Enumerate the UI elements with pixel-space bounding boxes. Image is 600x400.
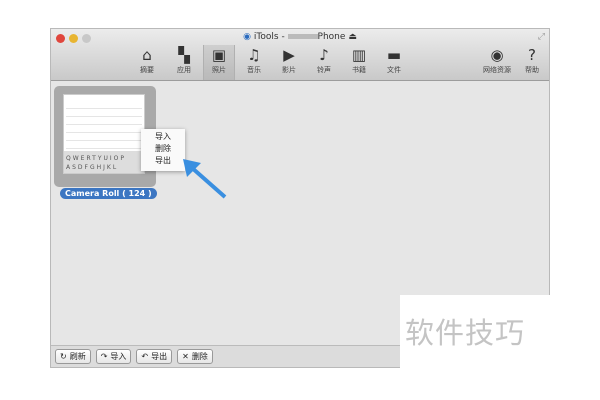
book-icon: ▥ [351,46,367,64]
toolbar-folder[interactable]: ▬ 文件 [378,45,410,80]
fullscreen-icon[interactable]: ⤢ [538,32,545,42]
export-button[interactable]: ↶ 导出 [136,349,173,364]
menu-item-import[interactable]: 导入 [155,131,185,143]
context-menu: 导入 删除 导出 [141,129,185,171]
export-icon: ↶ [141,352,149,361]
import-button[interactable]: ↷ 导入 [95,349,132,364]
music-icon: ♫ [247,46,261,64]
eject-icon[interactable]: ⏏ [348,32,357,42]
help-icon: ? [528,46,536,64]
import-icon: ↷ [100,352,108,361]
menu-item-delete[interactable]: 删除 [155,143,185,155]
window-title: ◉ iTools - Phone ⏏ [243,32,357,42]
refresh-button[interactable]: ↻ 刷新 [55,349,91,364]
album-thumbnail: QWERTYUIOP ASDFGHJKL [63,94,145,174]
keyboard-row: ASDFGHJKL [66,164,119,171]
toolbar-label: 铃声 [317,66,331,74]
home-icon: ⌂ [142,46,152,64]
toolbar-help[interactable]: ? 帮助 [516,45,548,80]
title-device: Phone [317,32,346,42]
toolbar-globe[interactable]: ◉ 网络资源 [481,45,513,80]
toolbar-play[interactable]: ▶ 影片 [273,45,305,80]
toolbar-label: 照片 [212,66,226,74]
delete-icon: ✕ [182,352,189,361]
toolbar-home[interactable]: ⌂ 摘要 [131,45,163,80]
keyboard-row: QWERTYUIOP [66,155,127,162]
button-label: 刷新 [69,352,86,361]
folder-icon: ▬ [386,46,402,64]
delete-button[interactable]: ✕ 删除 [177,349,213,364]
button-label: 删除 [191,352,208,361]
toolbar-music[interactable]: ♫ 音乐 [238,45,270,80]
toolbar-photo[interactable]: ▣ 照片 [203,45,235,80]
toolbar-label: 帮助 [525,66,539,74]
pointer-arrow-icon [183,159,227,199]
button-label: 导出 [151,352,168,361]
toolbar-book[interactable]: ▥ 书籍 [343,45,375,80]
title-prefix: iTools - [253,32,288,42]
toolbar-label: 音乐 [247,66,261,74]
globe-icon: ◉ [490,46,504,64]
play-icon: ▶ [283,46,295,64]
refresh-icon: ↻ [60,352,67,361]
toolbar-bell[interactable]: ♪ 铃声 [308,45,340,80]
toolbar-label: 书籍 [352,66,366,74]
watermark: 软件技巧 [400,295,550,368]
photo-icon: ▣ [211,46,227,64]
toolbar-apps[interactable]: ▚ 应用 [168,45,200,80]
toolbar-label: 网络资源 [483,66,511,74]
button-label: 导入 [110,352,127,361]
album-label[interactable]: Camera Roll ( 124 ) [60,188,157,199]
bell-icon: ♪ [319,46,329,64]
toolbar-label: 影片 [282,66,296,74]
toolbar-label: 文件 [387,66,401,74]
apps-icon: ▚ [178,46,190,64]
toolbar-label: 摘要 [140,66,154,74]
toolbar-label: 应用 [177,66,191,74]
titlebar: ◉ iTools - Phone ⏏ ⤢ ⌂ 摘要 ▚ 应用 ▣ 照片 ♫ 音乐 ▶ 影片 ♪ 铃声 ▥… [51,29,549,81]
